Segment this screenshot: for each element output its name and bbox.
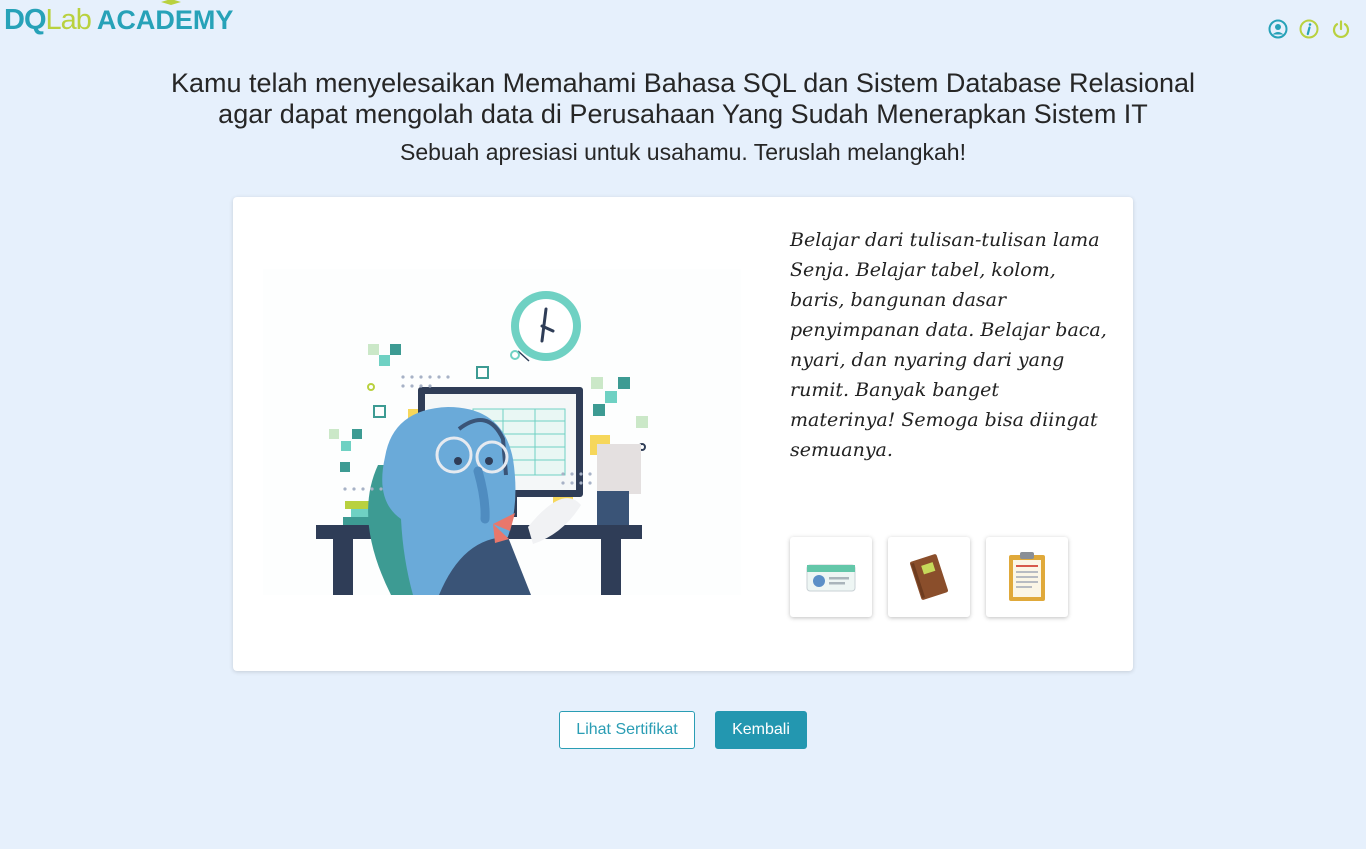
brand-logo[interactable]: DQ Lab ACADEMY bbox=[4, 0, 234, 40]
clipboard-icon bbox=[1009, 552, 1045, 601]
id-card-icon bbox=[806, 564, 856, 592]
quote-line: semuanya. bbox=[790, 439, 893, 461]
completion-title-line2: agar dapat mengolah data di Perusahaan Y… bbox=[218, 99, 1148, 129]
completion-title-line1: Kamu telah menyelesaikan Memahami Bahasa… bbox=[170, 68, 1196, 98]
quote-line: Belajar dari tulisan-tulisan lama bbox=[790, 229, 1100, 251]
brand-academy-text: ACADEMY bbox=[96, 5, 234, 35]
reward-tile-clipboard[interactable] bbox=[986, 537, 1068, 617]
quote-line: baris, bangunan dasar bbox=[790, 289, 1007, 311]
reward-tile-book[interactable] bbox=[888, 537, 970, 617]
quote-line: Senja. Belajar tabel, kolom, bbox=[790, 259, 1056, 281]
book-icon bbox=[910, 554, 948, 600]
graduation-cap-icon bbox=[160, 0, 181, 5]
quote-line: rumit. Banyak banget bbox=[790, 379, 1000, 401]
reward-tiles bbox=[790, 537, 1068, 617]
info-icon[interactable] bbox=[1299, 19, 1319, 39]
quote-line: nyari, dan nyaring dari yang bbox=[790, 349, 1065, 371]
reward-tile-id-card[interactable] bbox=[790, 537, 872, 617]
brand-dq: DQ bbox=[4, 4, 46, 36]
view-certificate-button[interactable]: Lihat Sertifikat bbox=[559, 711, 695, 749]
elephant-studying-illustration bbox=[263, 269, 741, 595]
quote-line: penyimpanan data. Belajar baca, bbox=[790, 319, 1107, 341]
brand-lab: Lab bbox=[45, 4, 92, 36]
achievement-card: Belajar dari tulisan-tulisan lama Senja.… bbox=[233, 197, 1133, 671]
completion-message: Kamu telah menyelesaikan Memahami Bahasa… bbox=[0, 68, 1366, 166]
back-button[interactable]: Kembali bbox=[715, 711, 807, 749]
user-icon[interactable] bbox=[1268, 19, 1288, 39]
quote-line: materinya! Semoga bisa diingat bbox=[790, 409, 1098, 431]
brand-academy: ACADEMY bbox=[96, 0, 234, 36]
reflection-quote: Belajar dari tulisan-tulisan lama Senja.… bbox=[790, 225, 1110, 465]
completion-subtitle: Sebuah apresiasi untuk usahamu. Teruslah… bbox=[400, 139, 966, 165]
power-icon[interactable] bbox=[1331, 19, 1351, 39]
